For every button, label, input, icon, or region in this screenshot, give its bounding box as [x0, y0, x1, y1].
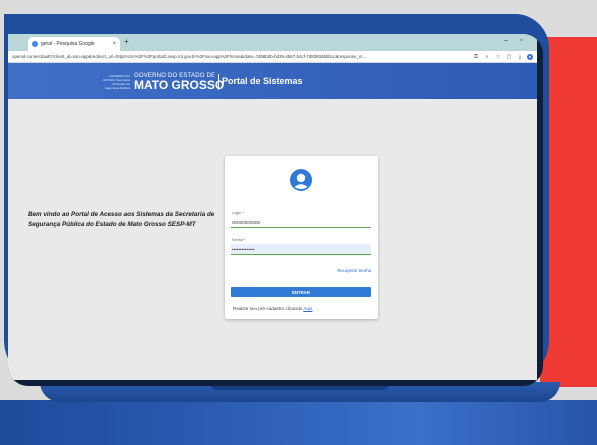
login-card: Login * Senha * Recuperar Senha ENTRAR R… — [225, 156, 378, 319]
password-input[interactable] — [231, 244, 371, 255]
login-submit-label: ENTRAR — [292, 289, 310, 295]
maximize-icon[interactable]: ▫ — [520, 37, 522, 44]
browser-window: geral - Pesquisa Google × + – ▫ openid-c… — [8, 34, 537, 380]
url-text[interactable]: openid-connect/auth?client_id=sso-app&re… — [12, 54, 469, 59]
bookmark-star-icon[interactable]: ☆ — [494, 54, 502, 60]
password-key-icon[interactable]: ⚿ — [472, 54, 480, 60]
new-tab-button[interactable]: + — [124, 37, 129, 47]
tab-title: geral - Pesquisa Google — [41, 41, 95, 47]
logo-secretaria-text: GOVERNO DO ESTADO Secretaria de Estado d… — [103, 74, 130, 90]
header-divider — [218, 74, 219, 90]
password-label: Senha * — [232, 238, 246, 242]
tab-close-icon[interactable]: × — [112, 41, 116, 47]
signup-text: Realize seu pré-cadastro clicando — [233, 306, 303, 311]
download-icon[interactable]: ⤓ — [516, 54, 524, 60]
login-submit-button[interactable]: ENTRAR — [231, 287, 371, 297]
logo-state-text: MATO GROSSO — [134, 78, 225, 92]
welcome-text: Bem vindo ao Portal de Acesso aos Sistem… — [28, 211, 215, 228]
decorative-bottom-band — [0, 400, 597, 445]
browser-tab-strip: geral - Pesquisa Google × + – ▫ — [8, 34, 537, 51]
browser-tab[interactable]: geral - Pesquisa Google × — [28, 37, 120, 51]
recover-password-link[interactable]: Recuperar Senha — [337, 268, 371, 273]
address-bar[interactable]: openid-connect/auth?client_id=sso-app&re… — [8, 51, 537, 63]
login-label: Login * — [232, 211, 244, 215]
profile-icon[interactable]: ● — [527, 53, 533, 60]
signup-link[interactable]: Aqui — [303, 306, 312, 311]
signup-line: Realize seu pré-cadastro clicando Aqui — [233, 306, 312, 311]
zoom-icon[interactable]: ⌕ — [483, 54, 491, 60]
login-input[interactable] — [231, 217, 371, 228]
laptop-screen-frame: geral - Pesquisa Google × + – ▫ openid-c… — [8, 34, 543, 386]
google-favicon-icon — [32, 41, 38, 47]
extensions-icon[interactable]: ▢ — [505, 54, 513, 60]
site-header: GOVERNO DO ESTADO Secretaria de Estado d… — [8, 63, 537, 99]
user-avatar-icon — [290, 169, 312, 191]
minimize-icon[interactable]: – — [504, 37, 508, 44]
laptop-body: geral - Pesquisa Google × + – ▫ openid-c… — [4, 14, 549, 386]
portal-title: Portal de Sistemas — [222, 76, 303, 86]
